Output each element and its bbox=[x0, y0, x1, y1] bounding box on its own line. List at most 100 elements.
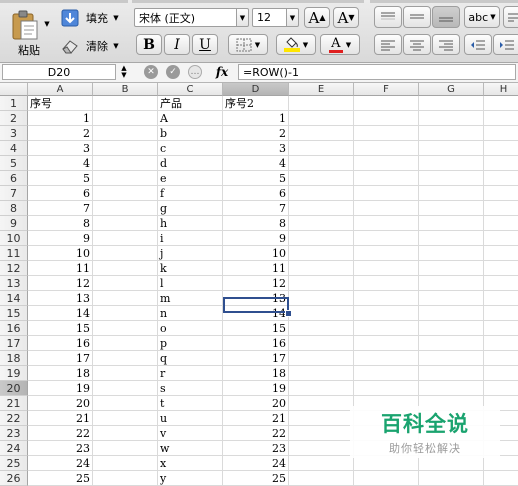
cell-a21[interactable]: 20 bbox=[28, 396, 93, 411]
cell-a14[interactable]: 13 bbox=[28, 291, 93, 306]
column-header-b[interactable]: B bbox=[93, 83, 158, 96]
row-header[interactable]: 6 bbox=[0, 171, 28, 186]
name-box[interactable]: D20 bbox=[2, 64, 116, 80]
cell-g20[interactable] bbox=[419, 381, 484, 396]
cell-h7[interactable] bbox=[484, 186, 518, 201]
cell-d8[interactable]: 7 bbox=[223, 201, 289, 216]
column-header-h[interactable]: H bbox=[484, 83, 518, 96]
cell-h25[interactable] bbox=[484, 456, 518, 471]
cell-d18[interactable]: 17 bbox=[223, 351, 289, 366]
select-all-corner[interactable] bbox=[0, 83, 28, 96]
cell-c14[interactable]: m bbox=[158, 291, 223, 306]
row-header[interactable]: 17 bbox=[0, 336, 28, 351]
cell-h4[interactable] bbox=[484, 141, 518, 156]
row-header[interactable]: 26 bbox=[0, 471, 28, 486]
row-header[interactable]: 12 bbox=[0, 261, 28, 276]
cell-d1[interactable]: 序号2 bbox=[223, 96, 289, 111]
formula-input[interactable]: =ROW()-1 bbox=[238, 64, 516, 80]
align-bottom-button[interactable] bbox=[432, 6, 460, 28]
cell-a10[interactable]: 9 bbox=[28, 231, 93, 246]
cell-d20[interactable]: 19 bbox=[223, 381, 289, 396]
cell-a1[interactable]: 序号 bbox=[28, 96, 93, 111]
cell-f1[interactable] bbox=[354, 96, 419, 111]
cell-d15[interactable]: 14 bbox=[223, 306, 289, 321]
cell-e25[interactable] bbox=[289, 456, 354, 471]
cell-a15[interactable]: 14 bbox=[28, 306, 93, 321]
row-header[interactable]: 11 bbox=[0, 246, 28, 261]
cell-c23[interactable]: v bbox=[158, 426, 223, 441]
cell-d19[interactable]: 18 bbox=[223, 366, 289, 381]
cell-e4[interactable] bbox=[289, 141, 354, 156]
column-header-a[interactable]: A bbox=[28, 83, 93, 96]
cell-b14[interactable] bbox=[93, 291, 158, 306]
cell-b10[interactable] bbox=[93, 231, 158, 246]
cell-d17[interactable]: 16 bbox=[223, 336, 289, 351]
cell-h5[interactable] bbox=[484, 156, 518, 171]
cell-b24[interactable] bbox=[93, 441, 158, 456]
cell-g12[interactable] bbox=[419, 261, 484, 276]
cell-b25[interactable] bbox=[93, 456, 158, 471]
row-header[interactable]: 3 bbox=[0, 126, 28, 141]
cancel-icon[interactable]: ✕ bbox=[144, 65, 158, 79]
cell-h18[interactable] bbox=[484, 351, 518, 366]
cell-a9[interactable]: 8 bbox=[28, 216, 93, 231]
cell-h2[interactable] bbox=[484, 111, 518, 126]
cell-c12[interactable]: k bbox=[158, 261, 223, 276]
fill-button[interactable]: 填充 bbox=[82, 10, 112, 26]
cell-g19[interactable] bbox=[419, 366, 484, 381]
cell-d24[interactable]: 23 bbox=[223, 441, 289, 456]
paste-button[interactable] bbox=[8, 8, 42, 42]
column-header-c[interactable]: C bbox=[158, 83, 223, 96]
align-center-button[interactable] bbox=[403, 34, 431, 55]
cell-f25[interactable] bbox=[354, 456, 419, 471]
cell-c10[interactable]: i bbox=[158, 231, 223, 246]
cell-e20[interactable] bbox=[289, 381, 354, 396]
cell-e22[interactable] bbox=[289, 411, 354, 426]
paste-dropdown-icon[interactable]: ▼ bbox=[42, 18, 52, 30]
increase-indent-button[interactable] bbox=[493, 34, 518, 55]
cell-a16[interactable]: 15 bbox=[28, 321, 93, 336]
cell-e12[interactable] bbox=[289, 261, 354, 276]
cell-f7[interactable] bbox=[354, 186, 419, 201]
row-header[interactable]: 14 bbox=[0, 291, 28, 306]
cell-c8[interactable]: g bbox=[158, 201, 223, 216]
cell-g5[interactable] bbox=[419, 156, 484, 171]
cell-f11[interactable] bbox=[354, 246, 419, 261]
cell-h9[interactable] bbox=[484, 216, 518, 231]
cell-a19[interactable]: 18 bbox=[28, 366, 93, 381]
bold-button[interactable]: B bbox=[136, 34, 162, 55]
cell-f15[interactable] bbox=[354, 306, 419, 321]
row-header[interactable]: 7 bbox=[0, 186, 28, 201]
cell-c11[interactable]: j bbox=[158, 246, 223, 261]
cell-b2[interactable] bbox=[93, 111, 158, 126]
cell-h3[interactable] bbox=[484, 126, 518, 141]
cell-c24[interactable]: w bbox=[158, 441, 223, 456]
cell-e6[interactable] bbox=[289, 171, 354, 186]
cell-f8[interactable] bbox=[354, 201, 419, 216]
cell-f12[interactable] bbox=[354, 261, 419, 276]
cell-d9[interactable]: 8 bbox=[223, 216, 289, 231]
column-header-f[interactable]: F bbox=[354, 83, 419, 96]
grow-font-button[interactable]: A ▲ bbox=[304, 7, 330, 28]
cell-c20[interactable]: s bbox=[158, 381, 223, 396]
cell-e24[interactable] bbox=[289, 441, 354, 456]
cell-e26[interactable] bbox=[289, 471, 354, 486]
cell-b15[interactable] bbox=[93, 306, 158, 321]
cell-c16[interactable]: o bbox=[158, 321, 223, 336]
row-header[interactable]: 25 bbox=[0, 456, 28, 471]
cell-b1[interactable] bbox=[93, 96, 158, 111]
cell-e9[interactable] bbox=[289, 216, 354, 231]
cell-a22[interactable]: 21 bbox=[28, 411, 93, 426]
cell-h1[interactable] bbox=[484, 96, 518, 111]
cell-d7[interactable]: 6 bbox=[223, 186, 289, 201]
row-header[interactable]: 19 bbox=[0, 366, 28, 381]
cell-f14[interactable] bbox=[354, 291, 419, 306]
cell-h20[interactable] bbox=[484, 381, 518, 396]
eraser-icon[interactable] bbox=[60, 36, 80, 56]
cell-d10[interactable]: 9 bbox=[223, 231, 289, 246]
row-header[interactable]: 21 bbox=[0, 396, 28, 411]
font-size-dropdown-icon[interactable]: ▼ bbox=[286, 8, 299, 27]
cell-c5[interactable]: d bbox=[158, 156, 223, 171]
cell-g4[interactable] bbox=[419, 141, 484, 156]
cell-b20[interactable] bbox=[93, 381, 158, 396]
